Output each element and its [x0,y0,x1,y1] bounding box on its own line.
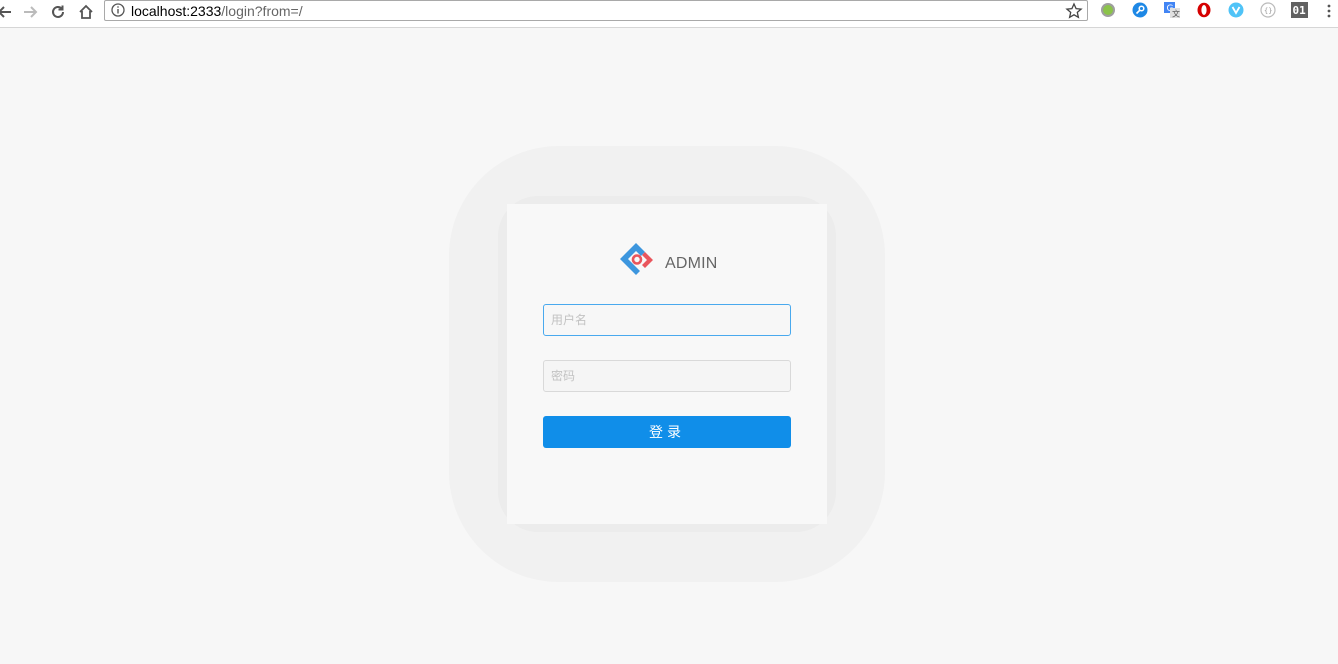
brand-title: ADMIN [665,255,718,272]
back-arrow-icon[interactable] [0,1,16,23]
browser-menu-icon[interactable] [1326,3,1332,19]
forward-arrow-icon[interactable] [19,1,41,23]
reload-icon[interactable] [47,1,69,23]
address-bar[interactable]: localhost:2333/login?from=/ [104,0,1088,21]
extension-binary-icon[interactable]: 01 [1291,1,1309,19]
extension-green-circle-icon[interactable] [1099,1,1117,19]
login-button[interactable]: 登录 [543,416,791,448]
login-card: ADMIN 登录 [507,204,827,524]
url-path: /login?from=/ [221,3,303,19]
logo-icon [620,243,653,275]
svg-text:{}: {} [1264,7,1272,15]
extension-vue-icon[interactable] [1227,1,1245,19]
address-url: localhost:2333/login?from=/ [131,2,303,20]
home-icon[interactable] [75,1,97,23]
username-input[interactable] [543,304,791,336]
extension-braces-icon[interactable]: {} [1259,1,1277,19]
svg-text:文: 文 [1172,9,1180,19]
url-host: localhost:2333 [131,3,222,19]
google-translate-icon[interactable]: G文 [1163,1,1181,19]
brand-logo: ADMIN [617,240,718,282]
browser-toolbar: localhost:2333/login?from=/ G文 {} 01 [0,0,1338,28]
password-input[interactable] [543,360,791,392]
bookmark-star-icon[interactable] [1065,2,1083,20]
extension-key-icon[interactable] [1131,1,1149,19]
info-icon[interactable] [111,3,125,17]
svg-text:01: 01 [1293,4,1307,17]
opera-icon[interactable] [1195,1,1213,19]
